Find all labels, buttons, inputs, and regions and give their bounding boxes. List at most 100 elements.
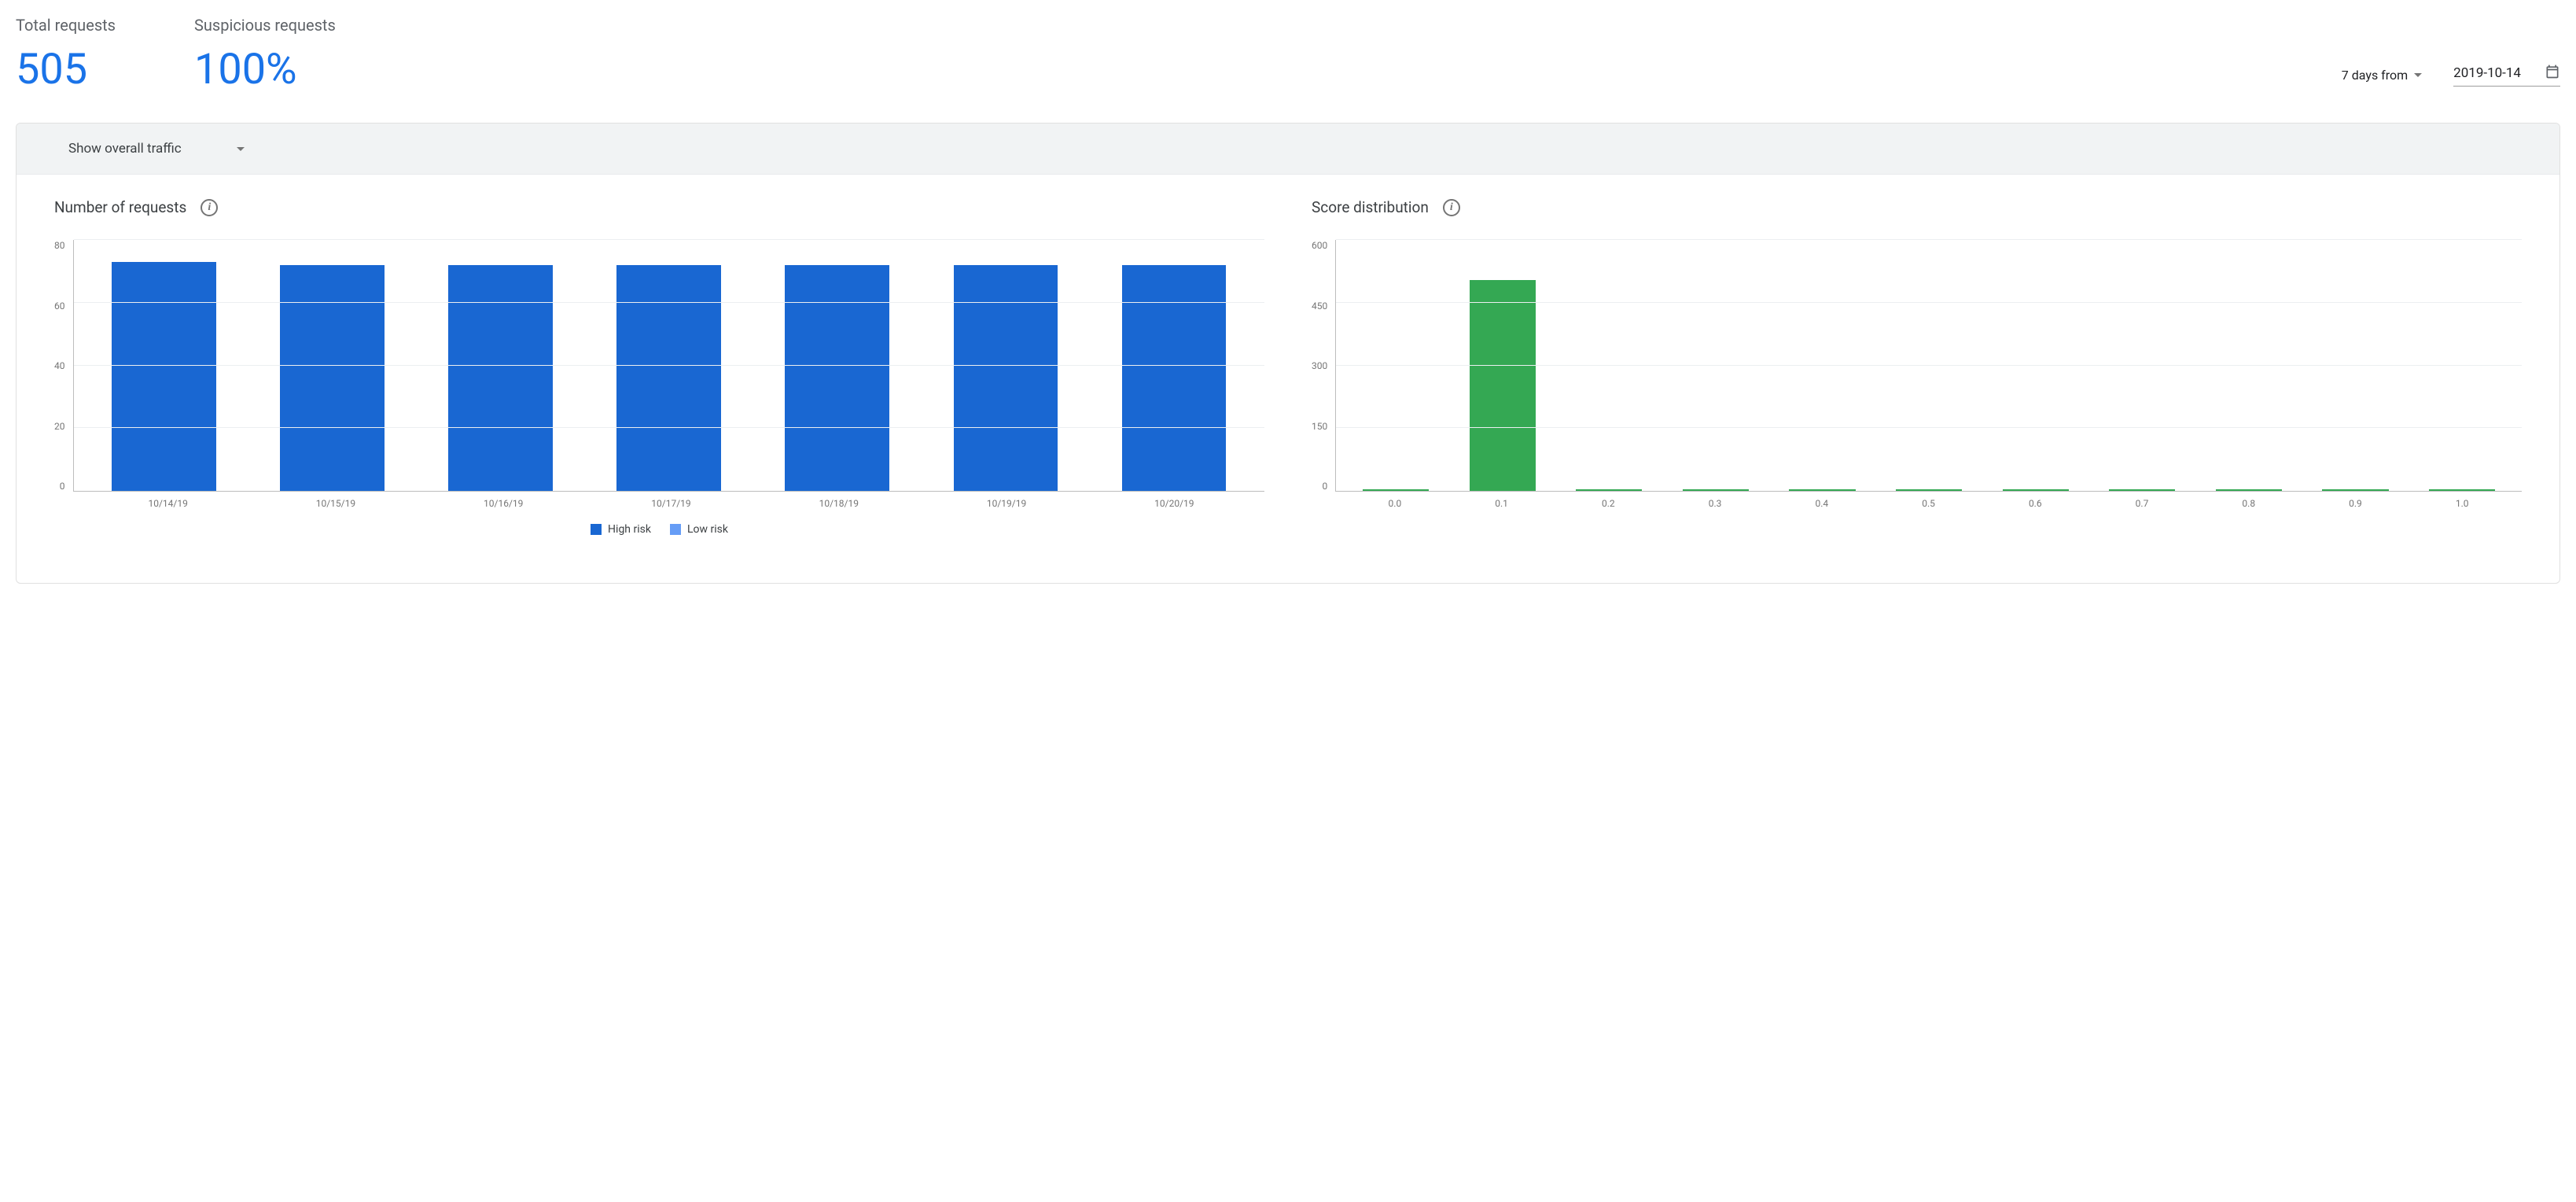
x-tick: 0.0 <box>1341 498 1448 509</box>
stat-suspicious-requests: Suspicious requests 100% <box>194 16 336 91</box>
date-range-dropdown[interactable]: 7 days from <box>2342 68 2422 83</box>
x-tick: 10/20/19 <box>1091 498 1258 509</box>
x-tick: 0.5 <box>1875 498 1982 509</box>
bar-column <box>248 240 417 491</box>
bars-container <box>74 240 1265 491</box>
x-tick: 0.1 <box>1448 498 1555 509</box>
bar-column <box>585 240 753 491</box>
bar[interactable] <box>2003 489 2069 491</box>
bars-container <box>1336 240 2522 491</box>
bar[interactable] <box>1122 265 1227 491</box>
bar[interactable] <box>2322 489 2388 491</box>
stat-label-suspicious: Suspicious requests <box>194 16 336 35</box>
date-controls: 7 days from 2019-10-14 <box>2342 64 2560 91</box>
bar-column <box>753 240 922 491</box>
filter-bar: Show overall traffic <box>17 124 2559 175</box>
bar[interactable] <box>1683 489 1749 491</box>
x-tick: 0.7 <box>2088 498 2195 509</box>
bar[interactable] <box>1363 489 1429 491</box>
y-tick: 80 <box>54 240 65 251</box>
bar[interactable] <box>2216 489 2282 491</box>
gridline <box>1336 302 2522 303</box>
chart-legend: High risk Low risk <box>54 523 1264 536</box>
y-tick: 0 <box>60 481 65 492</box>
chart-title: Score distribution <box>1312 198 1429 216</box>
y-tick: 300 <box>1312 360 1327 371</box>
chevron-down-icon <box>2414 73 2422 77</box>
x-axis: 10/14/1910/15/1910/16/1910/17/1910/18/19… <box>78 498 1264 509</box>
bar-column <box>1555 240 1662 491</box>
info-icon[interactable]: i <box>201 199 218 216</box>
bar-column <box>1875 240 1982 491</box>
bar-column <box>2089 240 2196 491</box>
y-axis: 6004503001500 <box>1312 240 1335 492</box>
stat-label-total: Total requests <box>16 16 116 35</box>
x-tick: 0.8 <box>2195 498 2302 509</box>
bar[interactable] <box>2109 489 2175 491</box>
gridline <box>74 365 1265 366</box>
x-tick: 0.2 <box>1555 498 1662 509</box>
y-tick: 600 <box>1312 240 1327 251</box>
bar-column <box>1342 240 1449 491</box>
date-range-text: 7 days from <box>2342 68 2408 83</box>
x-tick: 10/19/19 <box>922 498 1090 509</box>
gridline <box>1336 427 2522 428</box>
legend-swatch <box>591 524 602 535</box>
y-axis: 806040200 <box>54 240 73 492</box>
legend-label: High risk <box>608 523 651 536</box>
calendar-icon <box>2545 64 2560 83</box>
stats-group: Total requests 505 Suspicious requests 1… <box>16 16 336 91</box>
x-tick: 10/16/19 <box>420 498 587 509</box>
x-tick: 10/15/19 <box>252 498 419 509</box>
stat-total-requests: Total requests 505 <box>16 16 116 91</box>
plot-area-right: 6004503001500 <box>1312 240 2522 492</box>
y-tick: 40 <box>54 360 65 371</box>
traffic-filter-label: Show overall traffic <box>68 141 182 157</box>
header-row: Total requests 505 Suspicious requests 1… <box>16 16 2560 91</box>
bar[interactable] <box>785 265 889 491</box>
traffic-filter-dropdown[interactable]: Show overall traffic <box>68 141 245 157</box>
info-icon[interactable]: i <box>1443 199 1460 216</box>
chevron-down-icon <box>237 147 245 151</box>
y-tick: 60 <box>54 300 65 312</box>
bar[interactable] <box>1576 489 1642 491</box>
x-tick: 1.0 <box>2409 498 2515 509</box>
legend-item-high-risk: High risk <box>591 523 651 536</box>
bar[interactable] <box>112 262 216 491</box>
x-tick: 10/14/19 <box>84 498 252 509</box>
gridline <box>74 302 1265 303</box>
bar[interactable] <box>2429 489 2495 491</box>
plot-area-left: 806040200 <box>54 240 1264 492</box>
bar-column <box>80 240 248 491</box>
chart-score-distribution: Score distribution i 6004503001500 0.00.… <box>1312 198 2522 536</box>
bar[interactable] <box>1470 280 1536 491</box>
date-value: 2019-10-14 <box>2453 65 2521 81</box>
bar-column <box>2409 240 2515 491</box>
bar-column <box>1769 240 1876 491</box>
chart-title-row: Number of requests i <box>54 198 1264 216</box>
gridline <box>74 427 1265 428</box>
bar-column <box>1449 240 1556 491</box>
bar[interactable] <box>280 265 385 491</box>
bar-column <box>922 240 1090 491</box>
date-picker[interactable]: 2019-10-14 <box>2453 64 2560 87</box>
chart-grid <box>73 240 1265 492</box>
bar[interactable] <box>1789 489 1855 491</box>
legend-label: Low risk <box>687 523 728 536</box>
bar[interactable] <box>954 265 1058 491</box>
y-tick: 0 <box>1322 481 1327 492</box>
legend-item-low-risk: Low risk <box>670 523 728 536</box>
legend-swatch <box>670 524 681 535</box>
bar[interactable] <box>1896 489 1962 491</box>
bar-column <box>1090 240 1258 491</box>
y-tick: 150 <box>1312 421 1327 432</box>
bar[interactable] <box>616 265 721 491</box>
bar[interactable] <box>448 265 553 491</box>
stat-value-total: 505 <box>16 49 116 91</box>
gridline <box>1336 239 2522 240</box>
bar-column <box>2302 240 2409 491</box>
chart-number-of-requests: Number of requests i 806040200 10/14/191… <box>54 198 1264 536</box>
bar-column <box>417 240 585 491</box>
x-tick: 0.4 <box>1768 498 1875 509</box>
x-tick: 10/17/19 <box>587 498 755 509</box>
